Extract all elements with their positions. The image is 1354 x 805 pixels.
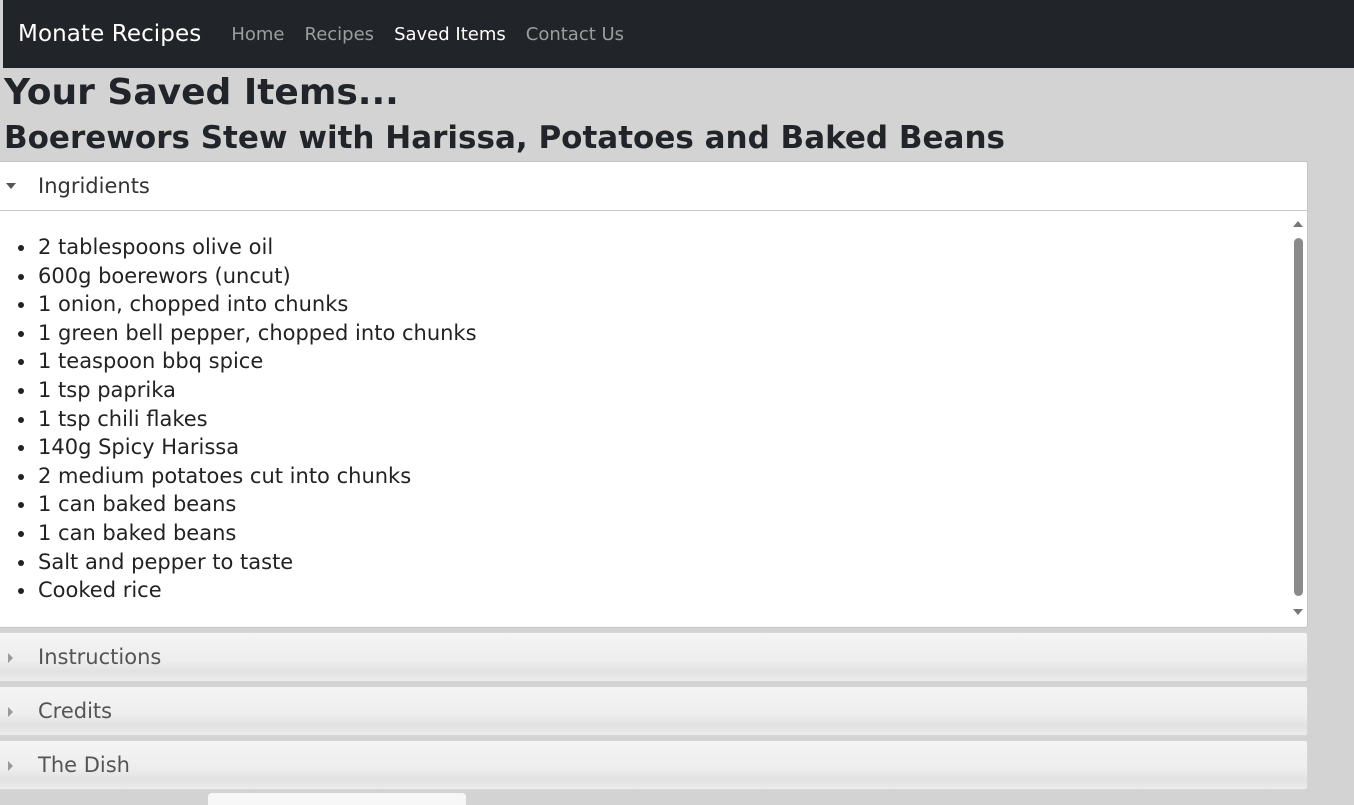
ingredients-panel[interactable]: 2 tablespoons olive oil 600g boerewors (… — [0, 211, 1307, 627]
list-item: 1 can baked beans — [18, 490, 477, 519]
list-item: 2 tablespoons olive oil — [18, 233, 477, 262]
accordion-header-label: The Dish — [38, 753, 130, 777]
scroll-up-arrow-icon[interactable] — [1293, 221, 1303, 227]
list-item: 600g boerewors (uncut) — [18, 262, 477, 291]
accordion-header-ingredients[interactable]: Ingridients — [0, 162, 1307, 211]
accordion-header-instructions[interactable]: Instructions — [0, 633, 1307, 681]
accordion-header-label: Credits — [38, 699, 113, 723]
scroll-down-arrow-icon[interactable] — [1293, 609, 1303, 615]
accordion-section-the-dish: The Dish — [0, 740, 1308, 790]
panel-scrollbar[interactable] — [1289, 211, 1307, 627]
list-item: 1 tsp chili flakes — [18, 405, 477, 434]
accordion-header-label: Ingridients — [38, 174, 150, 198]
list-item: Cooked rice — [18, 576, 477, 605]
list-item: 1 tsp paprika — [18, 376, 477, 405]
accordion-header-the-dish[interactable]: The Dish — [0, 741, 1307, 789]
page-title: Your Saved Items... — [4, 72, 399, 113]
accordion-section-ingredients: Ingridients 2 tablespoons olive oil 600g… — [0, 161, 1308, 628]
caret-right-icon — [8, 653, 13, 663]
scrollbar-thumb[interactable] — [1294, 238, 1303, 596]
accordion-header-label: Instructions — [38, 645, 162, 669]
caret-down-icon — [6, 183, 16, 189]
list-item: 1 onion, chopped into chunks — [18, 290, 477, 319]
caret-right-icon — [8, 761, 13, 771]
nav-link-contact-us[interactable]: Contact Us — [526, 24, 624, 45]
nav-link-recipes[interactable]: Recipes — [305, 24, 375, 45]
ingredients-list: 2 tablespoons olive oil 600g boerewors (… — [18, 233, 477, 605]
partial-button[interactable] — [208, 793, 466, 805]
list-item: 140g Spicy Harissa — [18, 433, 477, 462]
navbar: Monate Recipes Home Recipes Saved Items … — [3, 0, 1354, 68]
nav-link-saved-items[interactable]: Saved Items — [394, 24, 506, 45]
brand-logo[interactable]: Monate Recipes — [18, 21, 201, 47]
list-item: 1 can baked beans — [18, 519, 477, 548]
nav-link-home[interactable]: Home — [231, 24, 284, 45]
nav-links: Home Recipes Saved Items Contact Us — [231, 24, 644, 45]
list-item: 1 teaspoon bbq spice — [18, 347, 477, 376]
caret-right-icon — [8, 707, 13, 717]
list-item: Salt and pepper to taste — [18, 548, 477, 577]
accordion-section-instructions: Instructions — [0, 632, 1308, 682]
list-item: 2 medium potatoes cut into chunks — [18, 462, 477, 491]
accordion-section-credits: Credits — [0, 686, 1308, 736]
recipe-title: Boerewors Stew with Harissa, Potatoes an… — [4, 120, 1005, 156]
list-item: 1 green bell pepper, chopped into chunks — [18, 319, 477, 348]
accordion-header-credits[interactable]: Credits — [0, 687, 1307, 735]
recipe-accordion: Ingridients 2 tablespoons olive oil 600g… — [0, 161, 1308, 790]
